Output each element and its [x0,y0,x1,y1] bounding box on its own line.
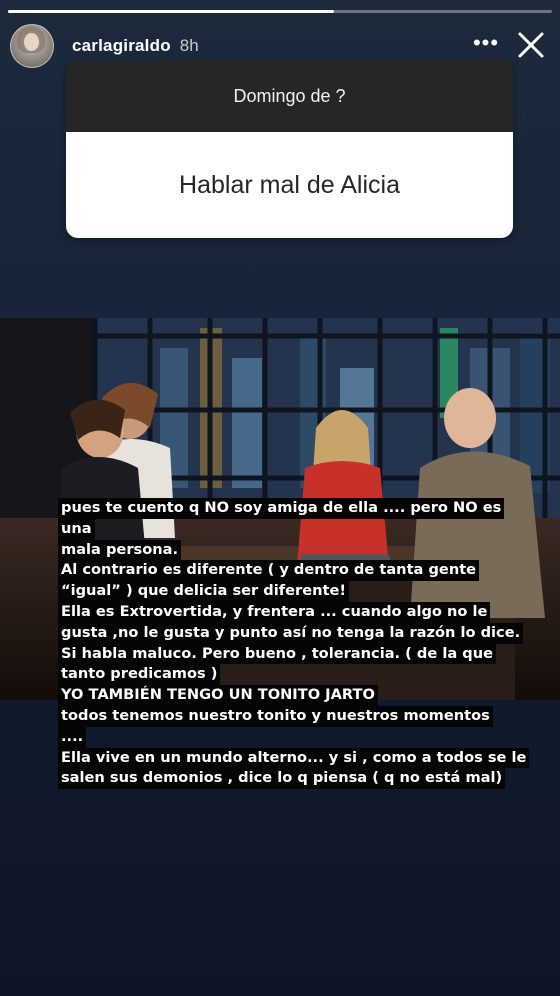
caption-line: una [58,518,95,540]
close-icon[interactable] [514,28,548,62]
username[interactable]: carlagiraldo [72,36,171,56]
caption-line: gusta ,no le gusta y punto así no tenga … [58,622,524,644]
more-options-icon[interactable]: ••• [472,32,500,58]
caption-line: Al contrario es diferente ( y dentro de … [58,560,480,582]
caption-line: .... [58,726,87,748]
question-sticker[interactable]: Domingo de ? Hablar mal de Alicia [66,60,513,238]
sticker-answer: Hablar mal de Alicia [66,132,513,238]
caption-line: Ella vive en un mundo alterno... y si , … [58,747,530,769]
caption-line: Ella es Extrovertida, y frentera ... cua… [58,601,491,623]
caption-line: mala persona. [58,539,182,561]
story-progress-bar [8,10,552,13]
post-time: 8h [179,36,199,55]
caption-text: pues te cuento q NO soy amiga de ella ..… [58,498,558,790]
caption-line: salen sus demonios , dice lo q piensa ( … [58,768,506,790]
sticker-question: Domingo de ? [66,60,513,132]
story-progress-fill [8,10,335,13]
caption-line: YO TAMBIÉN TENGO UN TONITO JARTO [58,685,378,706]
caption-line: Si habla maluco. Pero bueno , tolerancia… [58,643,497,665]
avatar[interactable] [10,24,54,68]
caption-line: “igual” ) que delicia ser diferente! [58,581,350,602]
caption-line: pues te cuento q NO soy amiga de ella ..… [58,498,505,519]
caption-line: tanto predicamos ) [58,664,221,686]
caption-line: todos tenemos nuestro tonito y nuestros … [58,705,493,727]
